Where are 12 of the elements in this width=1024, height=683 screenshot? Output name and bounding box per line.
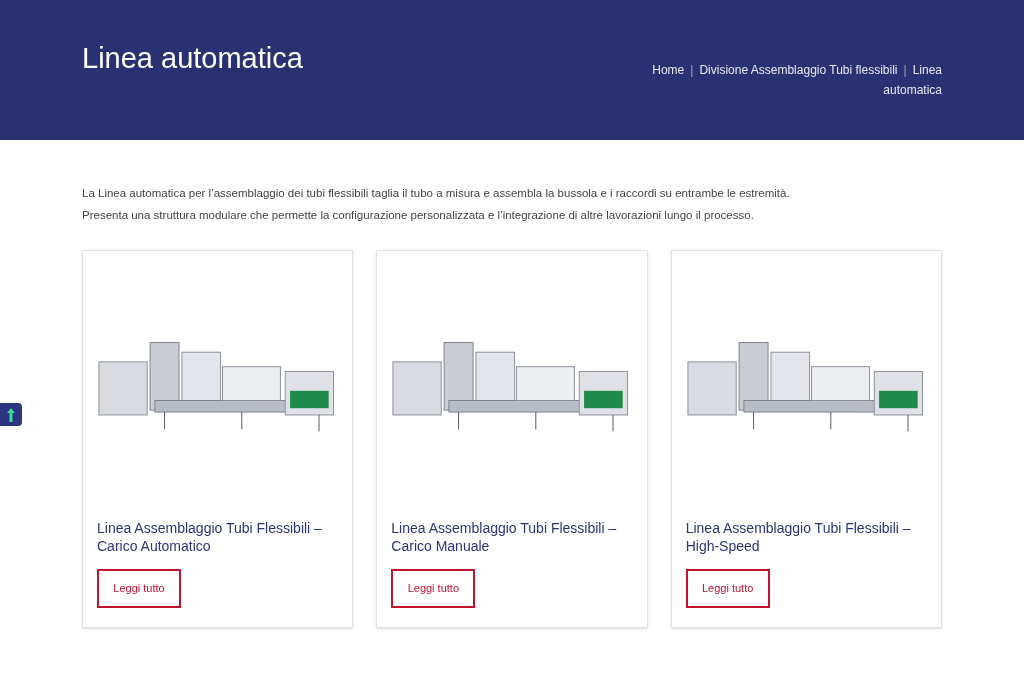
arrow-up-icon [7, 407, 15, 422]
read-more-button[interactable]: Leggi tutto [97, 569, 181, 608]
read-more-button[interactable]: Leggi tutto [391, 569, 476, 608]
intro-text: Presenta una struttura modulare che permette la configurazione personalizzata e l’integrazione di altre lavorazioni lungo il processo. [82, 208, 755, 223]
read-more-button[interactable]: Leggi tutto [685, 569, 770, 608]
card-title[interactable]: Linea Assemblaggio Tubi Flessibili – Carico Automatico [97, 519, 339, 555]
breadcrumb: Home | Divisione Assemblaggio Tubi flessibili | Linea automatica [652, 62, 942, 99]
card-title[interactable]: Linea Assemblaggio Tubi Flessibili – High-Speed [685, 519, 927, 555]
page-title: Linea automatica [82, 41, 303, 76]
side-tab[interactable] [0, 403, 22, 426]
intro-text: La Linea automatica per l’assemblaggio dei tubi flessibili taglia il tubo a misura e assembla la bussola e i raccordi su entrambe le estremità. [82, 186, 791, 201]
card-title[interactable]: Linea Assemblaggio Tubi Flessibili – Carico Manuale [391, 519, 633, 555]
